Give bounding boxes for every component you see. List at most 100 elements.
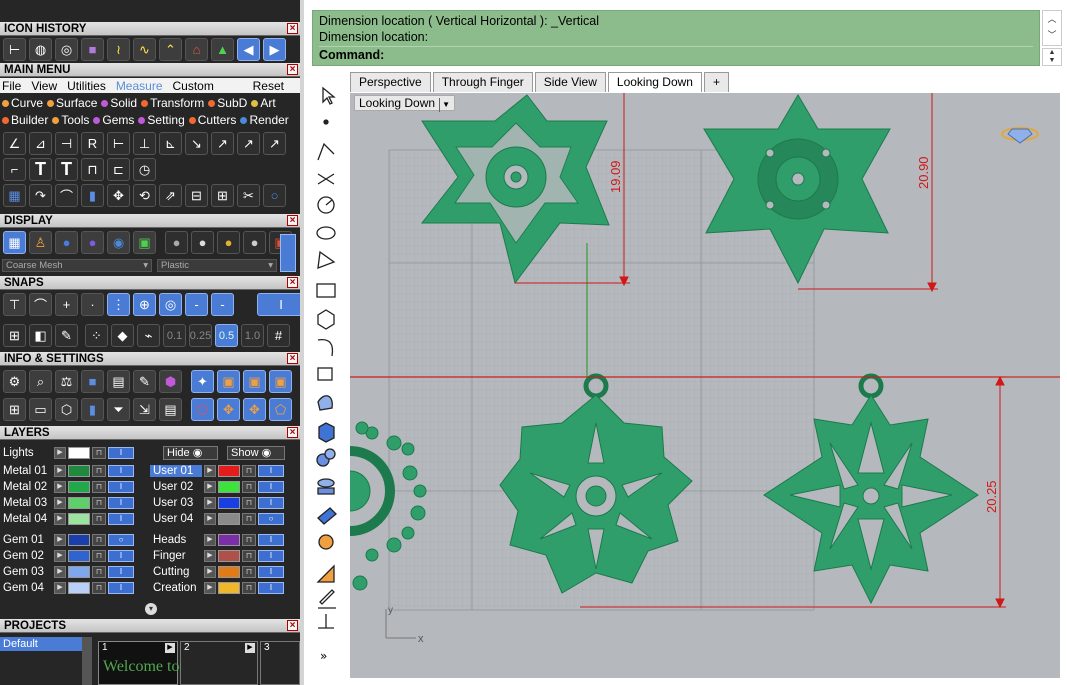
windows-icon[interactable]: ⊞ bbox=[3, 398, 26, 421]
snap-point-icon[interactable]: · bbox=[81, 293, 104, 316]
chevron-down-icon[interactable]: ▼ bbox=[439, 98, 450, 112]
visibility-toggle[interactable]: I bbox=[258, 465, 284, 477]
layer-color-swatch[interactable] bbox=[218, 465, 240, 477]
menu-measure[interactable]: Measure bbox=[116, 79, 163, 93]
dim2-icon[interactable]: ⊏ bbox=[107, 158, 130, 181]
sphere-purple-icon[interactable]: ● bbox=[81, 231, 104, 254]
collapse-icon[interactable]: ▾ bbox=[145, 603, 157, 615]
tb-curve[interactable]: Curve bbox=[2, 96, 43, 110]
rotate-icon[interactable]: ⟲ bbox=[133, 184, 156, 207]
sphere-blue-icon[interactable]: ● bbox=[55, 231, 78, 254]
scissors-icon[interactable]: ✂ bbox=[237, 184, 260, 207]
surface-icon[interactable] bbox=[317, 367, 333, 381]
visibility-toggle[interactable]: I bbox=[108, 497, 134, 509]
leader2-icon[interactable]: ↗ bbox=[211, 132, 234, 155]
layout3-icon[interactable]: ▣ bbox=[269, 370, 292, 393]
arc2-icon[interactable]: ⌒ bbox=[55, 184, 78, 207]
menu-file[interactable]: File bbox=[2, 79, 21, 93]
circle-tool-icon[interactable] bbox=[317, 196, 335, 214]
layer-row[interactable]: Creation ▶ ⊓ I bbox=[150, 581, 284, 595]
tb-surface[interactable]: Surface bbox=[47, 96, 97, 110]
lock-icon[interactable]: ⊓ bbox=[92, 465, 106, 477]
expand-icon[interactable]: ▶ bbox=[204, 534, 216, 546]
box-solid-icon[interactable] bbox=[318, 422, 335, 443]
snap-quad-icon[interactable]: ◎ bbox=[159, 293, 182, 316]
text-style-icon[interactable]: T bbox=[55, 158, 78, 181]
close-icon[interactable]: × bbox=[287, 277, 298, 288]
curve-tool-icon[interactable] bbox=[317, 173, 335, 185]
select-arrow-icon[interactable] bbox=[322, 86, 336, 105]
lock-icon[interactable]: ⊓ bbox=[92, 582, 106, 594]
lock-icon[interactable]: ⊓ bbox=[92, 550, 106, 562]
command-prompt[interactable]: Command: bbox=[319, 46, 1033, 64]
lock-icon[interactable]: ⊓ bbox=[242, 513, 256, 525]
scale-icon[interactable]: ⇗ bbox=[159, 184, 182, 207]
tb-builder[interactable]: Builder bbox=[2, 113, 48, 127]
layer-row[interactable]: Gem 02 ▶ ⊓ I bbox=[0, 549, 134, 563]
close-icon[interactable]: × bbox=[287, 23, 298, 34]
material-dropdown[interactable]: Plastic ▾ bbox=[157, 259, 277, 272]
command-scrollbar[interactable]: ︿ ﹀ bbox=[1042, 10, 1062, 46]
layer-row[interactable]: User 03 ▶ ⊓ I bbox=[150, 496, 284, 510]
layer-row[interactable]: User 04 ▶ ⊓ ○ bbox=[150, 512, 284, 526]
snap-toggle-button[interactable]: I bbox=[257, 293, 300, 316]
visibility-toggle[interactable]: I bbox=[108, 582, 134, 594]
sphere-light-icon[interactable]: ● bbox=[191, 231, 214, 254]
layer-lights[interactable]: Lights ▶ ⊓ I bbox=[0, 446, 134, 460]
spin-down-icon[interactable]: ▼ bbox=[1043, 57, 1061, 65]
lock-icon[interactable]: ⊓ bbox=[242, 465, 256, 477]
layer-row[interactable]: Metal 03 ▶ ⊓ I bbox=[0, 496, 134, 510]
snap-end-icon[interactable]: ⊤ bbox=[3, 293, 26, 316]
circle-icon[interactable]: ○ bbox=[263, 184, 286, 207]
pen-icon[interactable]: ✎ bbox=[55, 324, 78, 347]
layer-color-swatch[interactable] bbox=[68, 534, 90, 546]
curve-icon[interactable]: ∿ bbox=[133, 38, 156, 61]
viewport-icon[interactable]: ▣ bbox=[133, 231, 156, 254]
display-side-toggle[interactable] bbox=[280, 234, 296, 272]
visibility-toggle[interactable]: I bbox=[258, 481, 284, 493]
gem-orange3-icon[interactable]: ⬠ bbox=[269, 398, 292, 421]
layout2-icon[interactable]: ▣ bbox=[243, 370, 266, 393]
props-icon[interactable]: ▤ bbox=[159, 398, 182, 421]
polygon-icon[interactable] bbox=[317, 309, 335, 330]
polyline-icon[interactable]: ⌃ bbox=[159, 38, 182, 61]
box-icon[interactable]: ■ bbox=[81, 38, 104, 61]
filter-icon[interactable]: ⏷ bbox=[107, 398, 130, 421]
more-icon[interactable]: » bbox=[320, 649, 327, 663]
tb-render[interactable]: Render bbox=[240, 113, 289, 127]
gem-orange2-icon[interactable]: ✥ bbox=[243, 398, 266, 421]
sphere-silver-icon[interactable]: ● bbox=[243, 231, 266, 254]
zoom-icon[interactable]: ⌕ bbox=[29, 370, 52, 393]
person-icon[interactable]: ♙ bbox=[29, 231, 52, 254]
layer-color-swatch[interactable] bbox=[218, 550, 240, 562]
layer-color-swatch[interactable] bbox=[68, 481, 90, 493]
close-icon[interactable]: × bbox=[287, 353, 298, 364]
visibility-toggle[interactable]: I bbox=[258, 497, 284, 509]
snap-near-icon[interactable]: ⌒ bbox=[29, 293, 52, 316]
sphere-dark-icon[interactable]: ● bbox=[165, 231, 188, 254]
layer-row[interactable]: Finger ▶ ⊓ I bbox=[150, 549, 284, 563]
layer-row[interactable]: Metal 02 ▶ ⊓ I bbox=[0, 480, 134, 494]
show-button[interactable]: Show ◉ bbox=[227, 446, 285, 460]
settings-icon[interactable]: ⚙ bbox=[3, 370, 26, 393]
visibility-toggle[interactable]: I bbox=[108, 566, 134, 578]
layer-color-swatch[interactable] bbox=[68, 550, 90, 562]
edit-icon[interactable]: ✎ bbox=[133, 370, 156, 393]
dim-tool-icon[interactable] bbox=[318, 614, 334, 629]
visibility-toggle[interactable]: I bbox=[258, 534, 284, 546]
layer-row[interactable]: Gem 04 ▶ ⊓ I bbox=[0, 581, 134, 595]
visibility-toggle[interactable]: I bbox=[108, 513, 134, 525]
dim-linear-icon[interactable]: ⊢ bbox=[107, 132, 130, 155]
layer-row[interactable]: Metal 01 ▶ ⊓ I bbox=[0, 464, 134, 478]
lock-icon[interactable]: ⊓ bbox=[92, 447, 106, 459]
globe-icon[interactable]: ◍ bbox=[29, 38, 52, 61]
snap-dist-icon[interactable]: ⋮ bbox=[107, 293, 130, 316]
close-icon[interactable]: × bbox=[287, 620, 298, 631]
add-tab-button[interactable]: + bbox=[703, 72, 729, 92]
project-slot-2[interactable]: 2 ▶ bbox=[180, 641, 258, 685]
layer-row[interactable]: Gem 03 ▶ ⊓ I bbox=[0, 565, 134, 579]
expand-icon[interactable]: ▶ bbox=[54, 582, 66, 594]
cut-icon[interactable]: ⌁ bbox=[137, 324, 160, 347]
doc-icon[interactable]: ▤ bbox=[107, 370, 130, 393]
layer-color-swatch[interactable] bbox=[68, 513, 90, 525]
